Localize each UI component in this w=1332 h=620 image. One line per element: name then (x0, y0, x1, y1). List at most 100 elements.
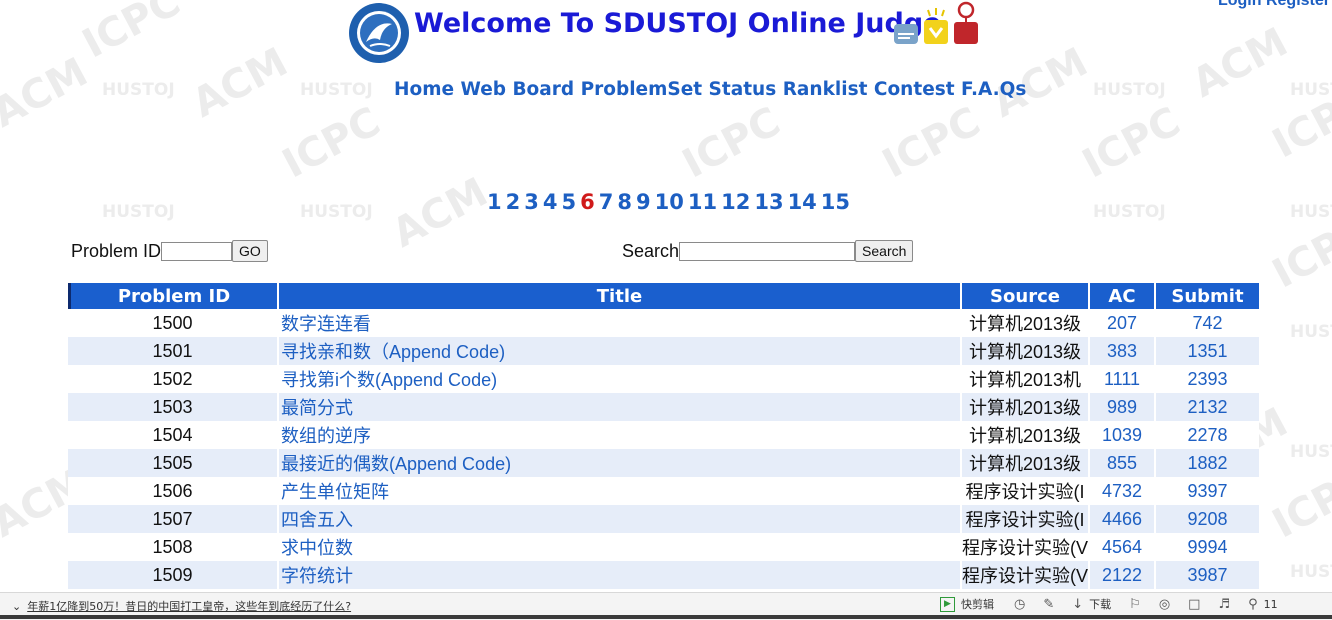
header-title: Title (279, 283, 960, 309)
volume-icon[interactable]: ♬ (1218, 597, 1230, 612)
problem-title-link[interactable]: 求中位数 (279, 533, 960, 561)
ac-count-link[interactable]: 1111 (1090, 365, 1154, 393)
page-link[interactable]: 5 (562, 190, 577, 214)
magnifier-icon[interactable]: ⚲ (1248, 597, 1258, 612)
browser-icon[interactable]: ◎ (1159, 597, 1170, 612)
page-link[interactable]: 13 (754, 190, 783, 214)
nav-home[interactable]: Home (394, 79, 454, 100)
problem-title-link[interactable]: 数组的逆序 (279, 421, 960, 449)
nav-status[interactable]: Status (709, 79, 777, 100)
problem-source-cell[interactable]: 计算机2013级 (962, 309, 1088, 337)
ac-count-link[interactable]: 4564 (1090, 533, 1154, 561)
submit-count-link[interactable]: 9994 (1156, 533, 1259, 561)
header-ac[interactable]: AC (1090, 283, 1154, 309)
site-header: Welcome To SDUSTOJ Online Judge Login Re… (0, 0, 1332, 70)
submit-count-link[interactable]: 2132 (1156, 393, 1259, 421)
nav-contest[interactable]: Contest (874, 79, 955, 100)
search-input[interactable] (679, 241, 856, 261)
header-submit[interactable]: Submit (1156, 283, 1259, 309)
page-link[interactable]: 11 (688, 190, 717, 214)
status-tools: ▶ 快剪辑 ◷ ✎ ↓ 下载 ⚐ ◎ □ ♬ ⚲ 11 (940, 596, 1278, 612)
header-source: Source (962, 283, 1088, 309)
problem-id-cell: 1505 (68, 449, 277, 477)
nav-faqs[interactable]: F.A.Qs (961, 79, 1026, 100)
problem-source-cell[interactable]: 计算机2013机 (962, 365, 1088, 393)
problem-title-link[interactable]: 四舍五入 (279, 505, 960, 533)
search-button[interactable]: Search (855, 240, 914, 262)
decoration-icons (894, 1, 978, 44)
zoom-level[interactable]: 11 (1264, 598, 1278, 611)
problem-title-link[interactable]: 寻找第i个数(Append Code) (279, 365, 960, 393)
ac-count-link[interactable]: 383 (1090, 337, 1154, 365)
problem-source-cell[interactable]: 程序设计实验(I (962, 505, 1088, 533)
problem-id-cell: 1503 (68, 393, 277, 421)
window-bottom-edge (0, 615, 1332, 619)
news-text[interactable]: 年薪1亿降到50万！昔日的中国打工皇帝，这些年到底经历了什么? (27, 600, 351, 613)
problem-id-form: Problem ID GO (71, 240, 268, 262)
page-link[interactable]: 6 (580, 190, 595, 214)
header-problem-id[interactable]: Problem ID (68, 283, 277, 309)
problem-title-link[interactable]: 产生单位矩阵 (279, 477, 960, 505)
problem-title-link[interactable]: 数字连连看 (279, 309, 960, 337)
problem-source-cell[interactable]: 程序设计实验(I (962, 477, 1088, 505)
problem-title-link[interactable]: 最接近的偶数(Append Code) (279, 449, 960, 477)
login-link[interactable]: Login (1218, 0, 1262, 9)
page-link[interactable]: 14 (788, 190, 817, 214)
nav-webboard[interactable]: Web Board (460, 79, 574, 100)
window-icon[interactable]: □ (1188, 597, 1200, 612)
page-link[interactable]: 9 (636, 190, 651, 214)
submit-count-link[interactable]: 742 (1156, 309, 1259, 337)
site-title[interactable]: Welcome To SDUSTOJ Online Judge (414, 8, 941, 39)
problem-id-cell: 1501 (68, 337, 277, 365)
page-link[interactable]: 7 (599, 190, 614, 214)
problem-source-cell[interactable]: 计算机2013级 (962, 421, 1088, 449)
quickclip-label[interactable]: 快剪辑 (961, 596, 994, 612)
problem-source-cell[interactable]: 程序设计实验(V (962, 561, 1088, 589)
page-link[interactable]: 8 (617, 190, 632, 214)
problem-source-cell[interactable]: 程序设计实验(V (962, 533, 1088, 561)
submit-count-link[interactable]: 3987 (1156, 561, 1259, 589)
problem-id-cell: 1506 (68, 477, 277, 505)
submit-count-link[interactable]: 1351 (1156, 337, 1259, 365)
submit-count-link[interactable]: 2393 (1156, 365, 1259, 393)
page-link[interactable]: 2 (506, 190, 521, 214)
ac-count-link[interactable]: 4732 (1090, 477, 1154, 505)
table-row: 1506 产生单位矩阵 程序设计实验(I 4732 9397 (68, 477, 1259, 505)
problem-id-input[interactable] (161, 241, 233, 261)
download-label[interactable]: 下载 (1089, 596, 1111, 612)
ac-count-link[interactable]: 4466 (1090, 505, 1154, 533)
page-link[interactable]: 15 (821, 190, 850, 214)
submit-count-link[interactable]: 9208 (1156, 505, 1259, 533)
submit-count-link[interactable]: 1882 (1156, 449, 1259, 477)
ac-count-link[interactable]: 1039 (1090, 421, 1154, 449)
problem-source-cell[interactable]: 计算机2013级 (962, 337, 1088, 365)
page-link[interactable]: 10 (655, 190, 684, 214)
nav-ranklist[interactable]: Ranklist (783, 79, 868, 100)
register-link[interactable]: Register (1266, 0, 1330, 9)
pin-icon[interactable]: ✎ (1043, 597, 1054, 612)
chevron-down-icon[interactable]: ⌄ (12, 600, 21, 613)
ac-count-link[interactable]: 989 (1090, 393, 1154, 421)
problem-title-link[interactable]: 寻找亲和数（Append Code) (279, 337, 960, 365)
problem-source-cell[interactable]: 计算机2013级 (962, 449, 1088, 477)
ac-count-link[interactable]: 2122 (1090, 561, 1154, 589)
ac-count-link[interactable]: 855 (1090, 449, 1154, 477)
page-link[interactable]: 4 (543, 190, 558, 214)
quickclip-icon[interactable]: ▶ (940, 596, 955, 612)
page-link[interactable]: 12 (721, 190, 750, 214)
problem-title-link[interactable]: 最简分式 (279, 393, 960, 421)
page-link[interactable]: 1 (487, 190, 502, 214)
problem-id-cell: 1509 (68, 561, 277, 589)
flag-icon[interactable]: ⚐ (1129, 597, 1141, 612)
clock-icon[interactable]: ◷ (1014, 597, 1025, 612)
ac-count-link[interactable]: 207 (1090, 309, 1154, 337)
problem-title-link[interactable]: 字符统计 (279, 561, 960, 589)
page-link[interactable]: 3 (524, 190, 539, 214)
problem-source-cell[interactable]: 计算机2013级 (962, 393, 1088, 421)
download-icon[interactable]: ↓ (1072, 597, 1083, 612)
nav-problemset[interactable]: ProblemSet (581, 79, 703, 100)
news-ticker[interactable]: ⌄ 年薪1亿降到50万！昔日的中国打工皇帝，这些年到底经历了什么? (12, 598, 351, 614)
submit-count-link[interactable]: 2278 (1156, 421, 1259, 449)
go-button[interactable]: GO (232, 240, 268, 262)
submit-count-link[interactable]: 9397 (1156, 477, 1259, 505)
